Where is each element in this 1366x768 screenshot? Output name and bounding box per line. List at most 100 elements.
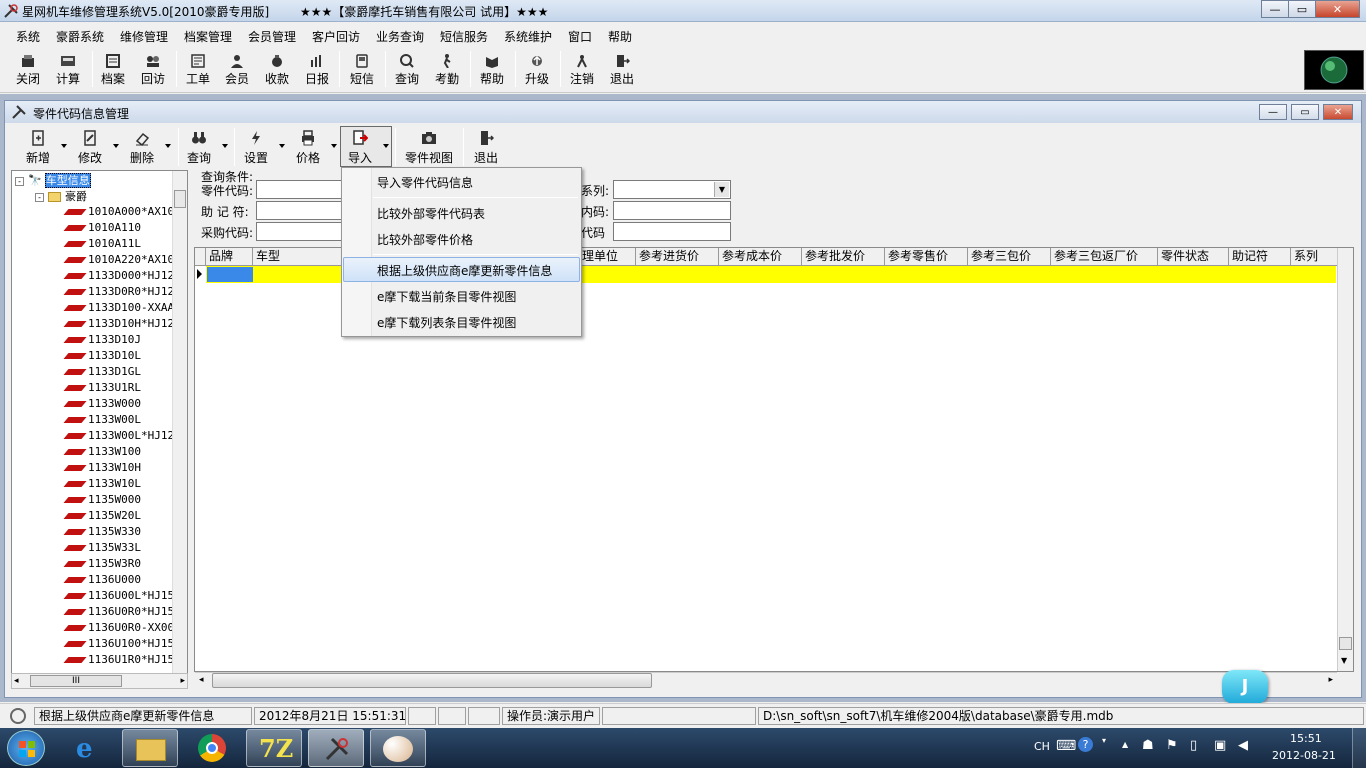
menu-item-download-current-view[interactable]: e摩下载当前条目零件视图 bbox=[377, 288, 516, 305]
tree-item[interactable]: 1133D10J bbox=[63, 333, 141, 346]
tree-item[interactable]: 1133W00L bbox=[63, 413, 141, 426]
tree-item[interactable]: 1133W100 bbox=[63, 445, 141, 458]
col-ref-purchase-price[interactable]: 参考进货价 bbox=[636, 248, 719, 266]
menu-item-compare-prices[interactable]: 比较外部零件价格 bbox=[377, 231, 473, 248]
menu-archive[interactable]: 档案管理 bbox=[184, 28, 232, 45]
col-ref-cost-price[interactable]: 参考成本价 bbox=[719, 248, 802, 266]
tree-item[interactable]: 1010A000*AX100 bbox=[63, 205, 181, 218]
price-dropdown-arrow[interactable] bbox=[331, 144, 337, 148]
logout-tool-button[interactable]: 注销 bbox=[563, 47, 601, 91]
tree-item[interactable]: 1133D1GL bbox=[63, 365, 141, 378]
menu-visit[interactable]: 客户回访 bbox=[312, 28, 360, 45]
tree-item[interactable]: 1133D100-XXAA bbox=[63, 301, 174, 314]
visit-tool-button[interactable]: 回访 bbox=[134, 47, 172, 91]
col-series[interactable]: 系列 bbox=[1291, 248, 1339, 266]
menu-haojue[interactable]: 豪爵系统 bbox=[56, 28, 104, 45]
tree-item[interactable]: 1135W3R0 bbox=[63, 557, 141, 570]
child-close-button[interactable]: ✕ bbox=[1323, 104, 1353, 120]
tree-item[interactable]: 1133D000*HJ125 bbox=[63, 269, 181, 282]
show-desktop-button[interactable] bbox=[1352, 728, 1366, 768]
query-tool-button[interactable]: 查询 bbox=[388, 47, 426, 91]
col-mnemonic[interactable]: 助记符 bbox=[1229, 248, 1291, 266]
delete-button[interactable]: 删除 bbox=[127, 127, 157, 167]
code-input[interactable] bbox=[613, 222, 731, 241]
tree-item[interactable]: 1135W330 bbox=[63, 525, 141, 538]
tree-item[interactable]: 1136U0R0-XX00* bbox=[63, 621, 181, 634]
query-dropdown-arrow[interactable] bbox=[222, 144, 228, 148]
inner-code-input[interactable] bbox=[613, 201, 731, 220]
menu-maintenance[interactable]: 系统维护 bbox=[504, 28, 552, 45]
settings-button[interactable]: 设置 bbox=[241, 127, 271, 167]
exit-child-button[interactable]: 退出 bbox=[471, 127, 501, 167]
col-ref-wholesale-price[interactable]: 参考批发价 bbox=[802, 248, 885, 266]
tree-item[interactable]: 1136U1R0*HJ150 bbox=[63, 653, 181, 666]
menu-item-import-part-codes[interactable]: 导入零件代码信息 bbox=[377, 174, 473, 191]
tree-item[interactable]: 1133W10H bbox=[63, 461, 141, 474]
taskbar-explorer[interactable] bbox=[122, 729, 178, 767]
menu-sms[interactable]: 短信服务 bbox=[440, 28, 488, 45]
tree-vertical-scrollbar[interactable] bbox=[172, 171, 187, 674]
menu-query[interactable]: 业务查询 bbox=[376, 28, 424, 45]
col-ref-warranty-price[interactable]: 参考三包价 bbox=[968, 248, 1051, 266]
tree-item[interactable]: 1136U000 bbox=[63, 573, 141, 586]
attendance-tool-button[interactable]: 考勤 bbox=[428, 47, 466, 91]
col-model[interactable]: 车型 bbox=[253, 248, 343, 266]
import-dropdown-arrow[interactable] bbox=[383, 144, 389, 148]
grid-hscroll-thumb[interactable] bbox=[212, 673, 652, 688]
close-button[interactable]: ✕ bbox=[1315, 0, 1360, 18]
tree-hscroll-thumb[interactable]: III bbox=[30, 675, 122, 687]
tree-root-node[interactable]: - 🔭 车型信息 bbox=[15, 172, 91, 188]
tray-app-icon[interactable]: ☗ bbox=[1142, 738, 1154, 753]
help-circle-icon[interactable]: ? bbox=[1078, 737, 1093, 752]
maximize-button[interactable]: ▭ bbox=[1288, 0, 1316, 18]
tree-item[interactable]: 1136U00L*HJ150 bbox=[63, 589, 181, 602]
start-button[interactable] bbox=[7, 730, 45, 766]
sms-tool-button[interactable]: 短信 bbox=[343, 47, 381, 91]
selected-cell[interactable] bbox=[207, 267, 253, 282]
edit-dropdown-arrow[interactable] bbox=[113, 144, 119, 148]
menu-window[interactable]: 窗口 bbox=[568, 28, 592, 45]
col-unit[interactable]: 理单位 bbox=[579, 248, 636, 266]
tree-item[interactable]: 1010A220*AX100 bbox=[63, 253, 181, 266]
close-tool-button[interactable]: 关闭 bbox=[9, 47, 47, 91]
network-icon[interactable]: ▣ bbox=[1214, 738, 1226, 753]
archive-tool-button[interactable]: 档案 bbox=[94, 47, 132, 91]
workorder-tool-button[interactable]: 工单 bbox=[179, 47, 217, 91]
price-button[interactable]: 价格 bbox=[293, 127, 323, 167]
exit-tool-button[interactable]: 退出 bbox=[603, 47, 641, 91]
delete-dropdown-arrow[interactable] bbox=[165, 144, 171, 148]
tree-item[interactable]: 1133D10H*HJ125 bbox=[63, 317, 181, 330]
tree-horizontal-scrollbar[interactable]: ◂ III ▸ bbox=[11, 673, 188, 689]
member-tool-button[interactable]: 会员 bbox=[218, 47, 256, 91]
minimize-button[interactable]: — bbox=[1261, 0, 1289, 18]
col-part-status[interactable]: 零件状态 bbox=[1158, 248, 1229, 266]
new-dropdown-arrow[interactable] bbox=[61, 144, 67, 148]
col-ref-warranty-return-price[interactable]: 参考三包返厂价 bbox=[1051, 248, 1158, 266]
col-ref-retail-price[interactable]: 参考零售价 bbox=[885, 248, 968, 266]
series-select[interactable]: ▼ bbox=[613, 180, 731, 199]
part-code-input[interactable] bbox=[256, 180, 344, 199]
menu-repair[interactable]: 维修管理 bbox=[120, 28, 168, 45]
ime-floating-button[interactable]: J bbox=[1222, 670, 1268, 704]
grid-scroll-right-arrow[interactable]: ▸ bbox=[1328, 675, 1333, 685]
menu-item-compare-codes[interactable]: 比较外部零件代码表 bbox=[377, 205, 485, 222]
tree-item[interactable]: 1010A110 bbox=[63, 221, 141, 234]
language-indicator[interactable]: CH bbox=[1034, 740, 1050, 753]
scroll-down-arrow[interactable]: ▼ bbox=[1341, 656, 1347, 665]
show-hidden-icons-icon[interactable]: ▲ bbox=[1122, 740, 1128, 749]
taskbar-7zip[interactable]: 7Z bbox=[246, 729, 302, 767]
tree-item[interactable]: 1133W10L bbox=[63, 477, 141, 490]
menu-item-download-list-view[interactable]: e摩下载列表条目零件视图 bbox=[377, 314, 516, 331]
taskbar-paint[interactable] bbox=[370, 729, 426, 767]
part-view-button[interactable]: 零件视图 bbox=[402, 127, 456, 167]
scroll-left-arrow[interactable]: ◂ bbox=[14, 676, 19, 686]
calculate-tool-button[interactable]: 计算 bbox=[49, 47, 87, 91]
menu-item-update-from-supplier[interactable]: 根据上级供应商e摩更新零件信息 bbox=[377, 262, 552, 279]
help-tool-button[interactable]: 帮助 bbox=[473, 47, 511, 91]
taskbar-ie[interactable]: e bbox=[62, 729, 118, 767]
tree-item[interactable]: 1136U100*HJ150 bbox=[63, 637, 181, 650]
col-brand[interactable]: 品牌 bbox=[206, 248, 253, 266]
chevron-down-icon[interactable]: ▼ bbox=[714, 182, 729, 197]
import-button[interactable]: 导入 bbox=[345, 127, 375, 167]
grid-scroll-left-arrow[interactable]: ◂ bbox=[199, 675, 204, 685]
